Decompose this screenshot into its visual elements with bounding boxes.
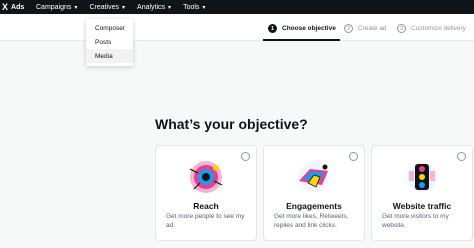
reach-illustration-icon — [189, 161, 223, 193]
objective-card-reach[interactable]: Reach Get more people to see my ad. — [155, 145, 257, 241]
chevron-down-icon: ▾ — [202, 4, 206, 11]
radio-button[interactable] — [241, 152, 250, 161]
step-number: 2 — [344, 24, 353, 33]
brand[interactable]: X Ads — [0, 2, 36, 12]
objective-card-website-traffic[interactable]: Website traffic Get more visitors to my … — [371, 145, 473, 241]
radio-button[interactable] — [457, 152, 466, 161]
page-heading: What’s your objective? — [155, 116, 308, 132]
objective-title: Website traffic — [392, 201, 452, 211]
creatives-dropdown-menu: Composer Posts Media — [86, 19, 133, 66]
chevron-down-icon: ▾ — [122, 4, 126, 11]
step-label: Customize delivery — [411, 25, 466, 32]
menu-item-posts[interactable]: Posts — [86, 35, 133, 49]
step-number: 3 — [397, 24, 406, 33]
step-create-ad[interactable]: 2 Create ad — [344, 24, 387, 33]
step-progress-bar: 1 Choose objective 2 Create ad 3 Customi… — [0, 14, 474, 41]
step-customize-delivery[interactable]: 3 Customize delivery — [397, 24, 466, 33]
top-nav-bar: X Ads Campaigns ▾ Creatives ▾ Analytics … — [0, 0, 474, 14]
engagements-illustration-icon — [299, 162, 329, 192]
step-choose-objective[interactable]: 1 Choose objective — [268, 24, 336, 33]
x-logo-icon: X — [2, 2, 9, 12]
step-label: Choose objective — [282, 25, 336, 32]
nav-tools-label: Tools — [183, 3, 200, 11]
nav-campaigns[interactable]: Campaigns ▾ — [36, 4, 77, 11]
active-step-indicator — [263, 39, 340, 41]
nav-analytics[interactable]: Analytics ▾ — [137, 4, 171, 11]
chevron-down-icon: ▾ — [168, 4, 172, 11]
objective-title: Engagements — [286, 201, 342, 211]
chevron-down-icon: ▾ — [74, 4, 78, 11]
nav-campaigns-label: Campaigns — [36, 3, 72, 11]
objective-description: Get more people to see my ad. — [166, 213, 245, 229]
menu-item-composer[interactable]: Composer — [86, 21, 133, 35]
radio-button[interactable] — [349, 152, 358, 161]
objective-description: Get more likes, Retweets, replies and li… — [274, 213, 349, 229]
nav-creatives-label: Creatives — [89, 3, 120, 11]
website-traffic-illustration-icon — [407, 162, 437, 192]
nav-creatives[interactable]: Creatives ▾ — [89, 4, 125, 11]
objective-card-engagements[interactable]: Engagements Get more likes, Retweets, re… — [263, 145, 365, 241]
objective-title: Reach — [193, 201, 219, 211]
nav-tools[interactable]: Tools ▾ — [183, 4, 205, 11]
objective-description: Get more visitors to my website. — [382, 213, 449, 229]
nav-analytics-label: Analytics — [137, 3, 166, 11]
step-number: 1 — [268, 24, 277, 33]
brand-text: Ads — [11, 3, 25, 11]
menu-item-media[interactable]: Media — [86, 49, 133, 63]
step-label: Create ad — [358, 25, 387, 32]
